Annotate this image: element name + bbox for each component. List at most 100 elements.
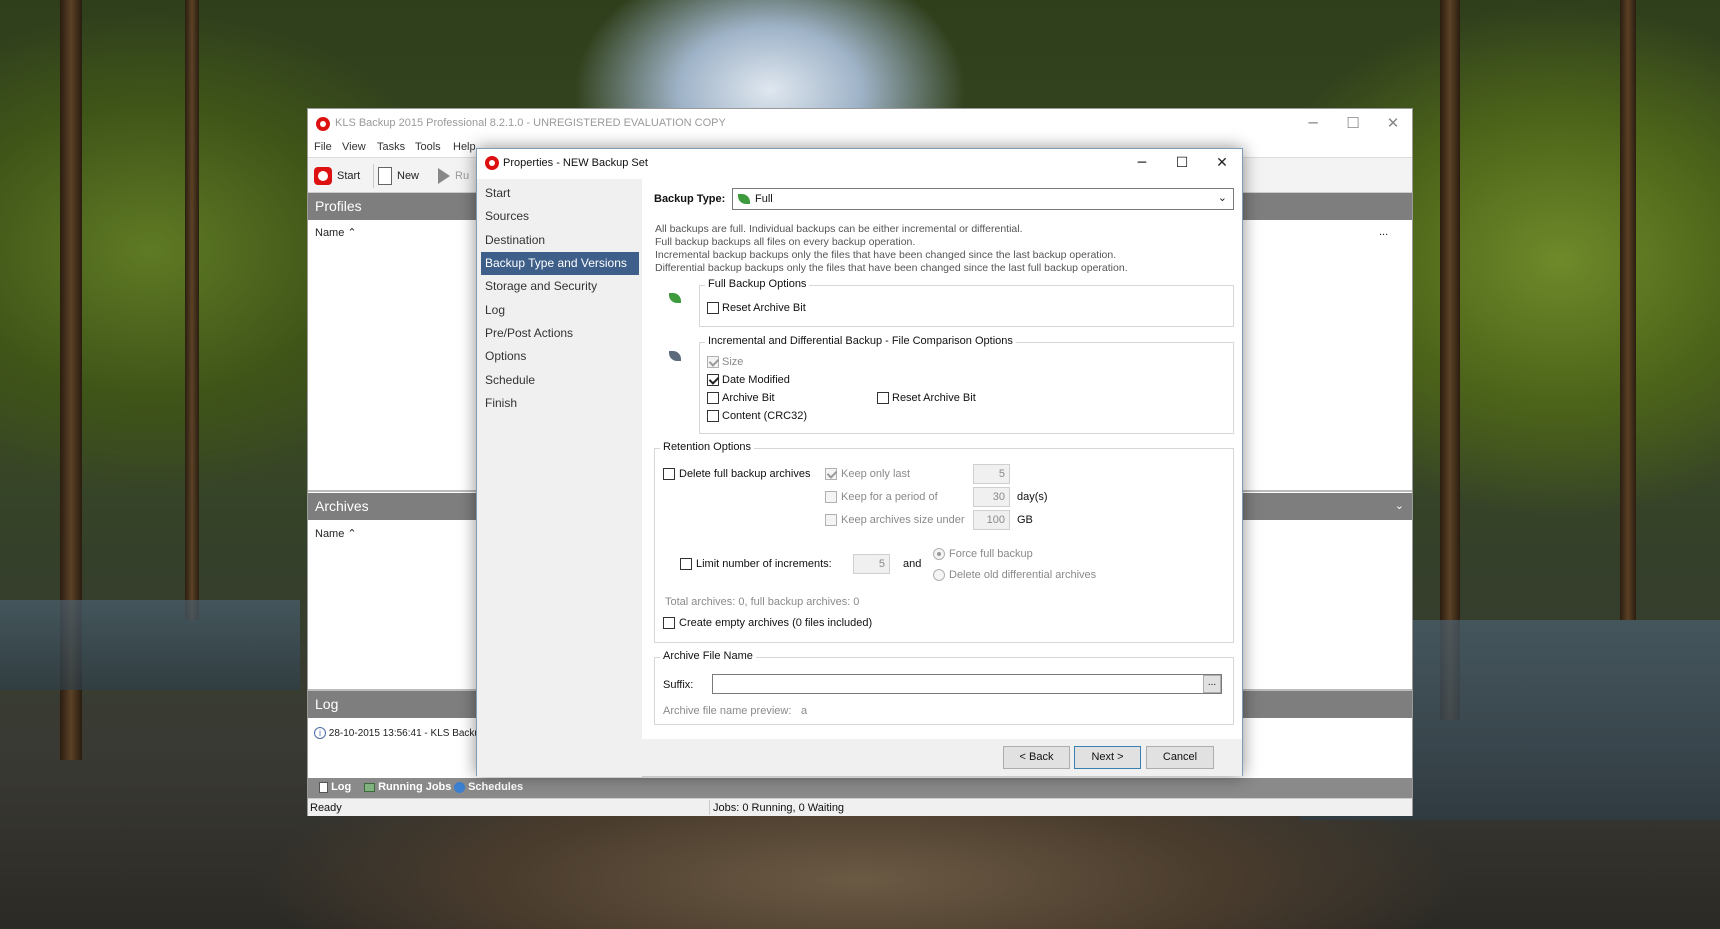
- date-modified-label: Date Modified: [722, 374, 790, 386]
- nav-log[interactable]: Log: [481, 299, 639, 322]
- run-button[interactable]: Ru: [438, 164, 469, 188]
- running-jobs-icon: [364, 782, 375, 792]
- archive-bit-checkbox[interactable]: [707, 392, 719, 404]
- keep-period-unit: day(s): [1017, 491, 1048, 503]
- tree-trunk: [185, 0, 199, 620]
- dialog-content: Backup Type: Full ⌄ All backups are full…: [642, 179, 1242, 739]
- archives-name-column[interactable]: Name ⌃: [315, 527, 357, 540]
- profiles-name-column[interactable]: Name ⌃: [315, 226, 357, 239]
- nav-options[interactable]: Options: [481, 345, 639, 368]
- menu-tasks[interactable]: Tasks: [377, 141, 405, 153]
- tab-log-label: Log: [331, 781, 352, 793]
- main-window-title: KLS Backup 2015 Professional 8.2.1.0 - U…: [335, 117, 726, 129]
- backup-type-label: Backup Type:: [654, 193, 726, 205]
- tab-log[interactable]: Log: [319, 781, 351, 793]
- create-empty-archives-checkbox[interactable]: [663, 617, 675, 629]
- cancel-button[interactable]: Cancel: [1146, 746, 1214, 769]
- start-icon: [314, 167, 332, 186]
- description-line: All backups are full. Individual backups…: [655, 223, 1023, 235]
- limit-increments-input[interactable]: 5: [853, 554, 890, 574]
- main-titlebar: KLS Backup 2015 Professional 8.2.1.0 - U…: [308, 109, 1412, 139]
- size-checkbox[interactable]: [707, 356, 719, 368]
- retention-options-title: Retention Options: [660, 441, 755, 453]
- keep-period-input[interactable]: 30: [973, 487, 1010, 507]
- column-label: Name: [315, 528, 345, 540]
- comparison-reset-archive-bit-checkbox[interactable]: [877, 392, 889, 404]
- dialog-minimize-button[interactable]: ─: [1122, 149, 1162, 179]
- back-button[interactable]: < Back: [1003, 746, 1070, 769]
- date-modified-checkbox[interactable]: [707, 374, 719, 386]
- info-icon: i: [314, 727, 326, 739]
- keep-period-label: Keep for a period of: [841, 491, 938, 503]
- jobs-status: Jobs: 0 Running, 0 Waiting: [713, 802, 845, 814]
- archive-file-name-title: Archive File Name: [660, 650, 756, 662]
- sort-up-icon: ⌃: [347, 227, 357, 239]
- nav-destination[interactable]: Destination: [481, 229, 639, 252]
- backup-type-value: Full: [755, 193, 773, 205]
- nav-storage-and-security[interactable]: Storage and Security: [481, 275, 639, 298]
- full-backup-icon: [738, 194, 750, 204]
- new-button[interactable]: New: [378, 164, 419, 188]
- full-backup-options-icon: [669, 293, 681, 303]
- dialog-nav: Start Sources Destination Backup Type an…: [477, 179, 642, 777]
- incremental-options-icon: [669, 351, 681, 361]
- backup-type-select[interactable]: Full ⌄: [732, 188, 1234, 210]
- status-bar: Ready Jobs: 0 Running, 0 Waiting: [308, 798, 1412, 816]
- more-options-button[interactable]: ...: [1379, 226, 1388, 238]
- keep-size-checkbox[interactable]: [825, 514, 837, 526]
- log-tab-icon: [319, 781, 328, 793]
- force-full-backup-label: Force full backup: [949, 548, 1033, 560]
- keep-only-last-checkbox[interactable]: [825, 468, 837, 480]
- comparison-options-group: Incremental and Differential Backup - Fi…: [699, 335, 1234, 434]
- menu-help[interactable]: Help: [453, 141, 476, 153]
- run-icon: [438, 168, 450, 185]
- comparison-reset-archive-bit-label: Reset Archive Bit: [892, 392, 976, 404]
- suffix-browse-button[interactable]: ...: [1203, 675, 1221, 693]
- archives-title: Archives: [315, 498, 369, 514]
- log-entry-text: 28-10-2015 13:56:41 - KLS Backu: [328, 728, 480, 739]
- column-label: Name: [315, 227, 345, 239]
- nav-finish[interactable]: Finish: [481, 392, 639, 415]
- nav-schedule[interactable]: Schedule: [481, 369, 639, 392]
- nav-sources[interactable]: Sources: [481, 205, 639, 228]
- tab-running-jobs[interactable]: Running Jobs: [364, 781, 451, 793]
- minimize-button[interactable]: ─: [1293, 109, 1333, 139]
- keep-size-input[interactable]: 100: [973, 510, 1010, 530]
- keep-only-last-input[interactable]: 5: [973, 464, 1010, 484]
- nav-start[interactable]: Start: [481, 182, 639, 205]
- next-button[interactable]: Next >: [1074, 746, 1141, 769]
- dialog-maximize-button[interactable]: ☐: [1162, 149, 1202, 179]
- full-reset-archive-bit-label: Reset Archive Bit: [722, 302, 806, 314]
- keep-period-checkbox[interactable]: [825, 491, 837, 503]
- full-backup-options-group: Full Backup Options Reset Archive Bit: [699, 278, 1234, 327]
- delete-full-archives-checkbox[interactable]: [663, 468, 675, 480]
- menu-tools[interactable]: Tools: [415, 141, 441, 153]
- archive-file-name-group: Archive File Name Suffix: ... Archive fi…: [654, 650, 1234, 725]
- delete-old-differential-radio[interactable]: [933, 569, 945, 581]
- menu-file[interactable]: File: [314, 141, 332, 153]
- preview-label: Archive file name preview:: [663, 705, 792, 717]
- tree-trunk: [1440, 0, 1460, 720]
- menu-view[interactable]: View: [342, 141, 366, 153]
- close-button[interactable]: ✕: [1373, 109, 1413, 139]
- suffix-input[interactable]: ...: [712, 674, 1222, 694]
- full-backup-options-title: Full Backup Options: [705, 278, 810, 290]
- preview-value: a: [801, 705, 808, 717]
- maximize-button[interactable]: ☐: [1333, 109, 1373, 139]
- archive-bit-label: Archive Bit: [722, 392, 775, 404]
- status-text: Ready: [310, 802, 342, 814]
- start-button[interactable]: Start: [314, 164, 360, 188]
- limit-increments-checkbox[interactable]: [680, 558, 692, 570]
- full-reset-archive-bit-checkbox[interactable]: [707, 302, 719, 314]
- dialog-title: Properties - NEW Backup Set: [503, 157, 648, 169]
- content-crc32-checkbox[interactable]: [707, 410, 719, 422]
- nav-backup-type-and-versions[interactable]: Backup Type and Versions: [481, 252, 639, 275]
- collapse-chevron-icon[interactable]: ⌄: [1395, 493, 1404, 520]
- comparison-options-title: Incremental and Differential Backup - Fi…: [705, 335, 1016, 347]
- tab-schedules[interactable]: Schedules: [454, 781, 523, 793]
- dialog-close-button[interactable]: ✕: [1202, 149, 1242, 179]
- nav-pre-post-actions[interactable]: Pre/Post Actions: [481, 322, 639, 345]
- limit-increments-label: Limit number of increments:: [696, 558, 832, 570]
- and-label: and: [903, 558, 922, 570]
- force-full-backup-radio[interactable]: [933, 548, 945, 560]
